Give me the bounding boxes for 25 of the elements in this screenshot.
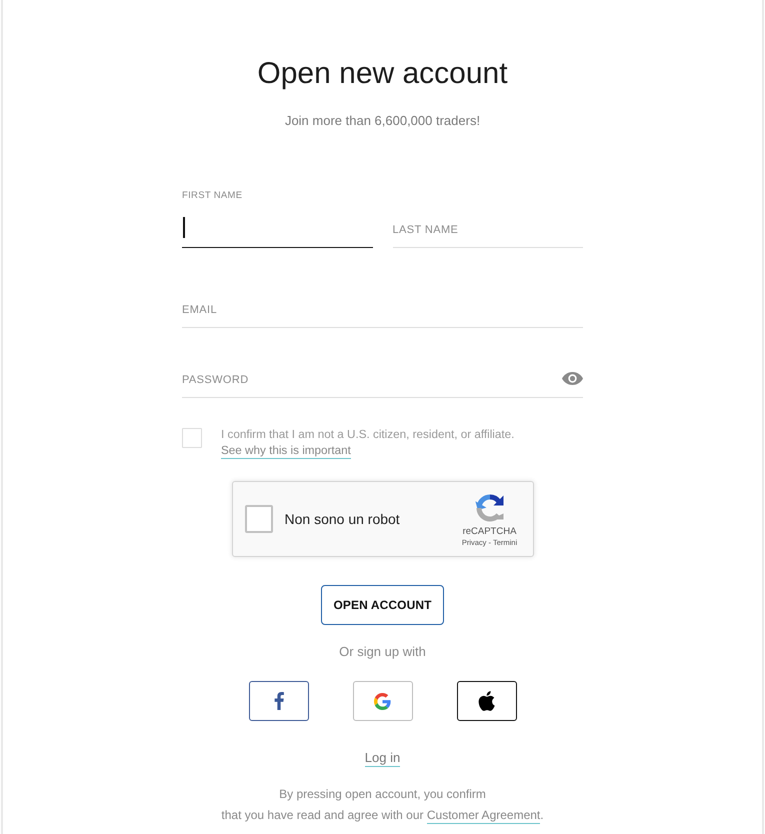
facebook-icon [274, 692, 284, 710]
text-cursor-icon [183, 217, 184, 238]
apple-button[interactable] [456, 681, 516, 721]
sign-up-heading: Or sign up with [338, 643, 427, 661]
captcha-brand: reCAPTCHA [462, 526, 516, 538]
checkbox[interactable] [182, 428, 202, 448]
info-link[interactable]: See why this is important [221, 443, 351, 459]
email-field[interactable]: EMAIL [182, 289, 583, 328]
agreement-text: By pressing open account, you confirm that you have read and agree with our Customer Agreement. [220, 786, 545, 826]
open-account-button[interactable]: OPEN ACCOUNT [321, 585, 444, 625]
subtitle: Join more than 6,600,000 traders! [284, 112, 482, 130]
last-name-field[interactable]: LAST NAME [392, 209, 583, 248]
refresh-arrows-icon [474, 492, 506, 524]
customer-agreement-link[interactable]: Customer Agreement [426, 808, 540, 824]
field-label: FIRST NAME [182, 190, 242, 202]
eye-icon[interactable] [562, 372, 583, 385]
facebook-button[interactable] [248, 681, 308, 721]
captcha-label: Non sono un robot [284, 510, 400, 528]
confirmation-text: I confirm that I am not a U.S. citizen, resident, or affiliate. [221, 427, 514, 443]
login-link[interactable]: Log in [364, 749, 400, 767]
google-icon [374, 692, 391, 710]
page-title: Open new account [256, 56, 509, 92]
google-button[interactable] [352, 681, 412, 721]
captcha-checkbox[interactable] [244, 505, 272, 533]
apple-icon [478, 691, 495, 711]
